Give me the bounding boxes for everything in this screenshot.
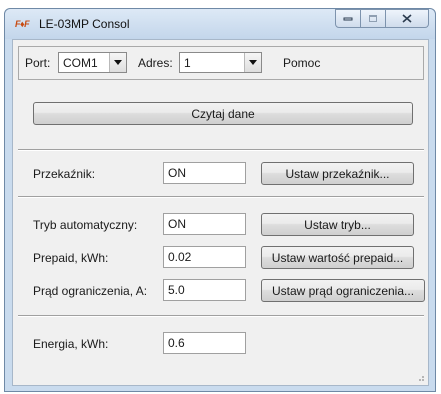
connection-toolbar: Port: COM1 Adres: 1 Pomoc: [18, 46, 424, 80]
client-area: Port: COM1 Adres: 1 Pomoc Czytaj dane Pr…: [12, 39, 429, 386]
energy-field[interactable]: 0.6: [163, 332, 246, 354]
port-label: Port:: [25, 56, 51, 70]
window-title: LE-03MP Consol: [39, 17, 130, 31]
prepaid-value: 0.02: [168, 250, 192, 264]
maximize-button[interactable]: [361, 9, 386, 28]
auto-mode-field[interactable]: ON: [163, 213, 246, 235]
energy-value: 0.6: [168, 336, 185, 350]
separator: [18, 315, 424, 317]
read-data-button[interactable]: Czytaj dane: [33, 102, 413, 125]
prepaid-field[interactable]: 0.02: [163, 246, 246, 268]
current-limit-value: 5.0: [168, 283, 185, 297]
window-controls: [335, 9, 429, 28]
set-relay-button[interactable]: Ustaw przekaźnik...: [261, 162, 414, 185]
close-icon: [402, 14, 412, 23]
close-button[interactable]: [386, 9, 429, 28]
minimize-icon: [343, 17, 353, 20]
resize-grip-icon[interactable]: [415, 372, 425, 382]
separator: [18, 149, 424, 151]
maximize-icon: [369, 15, 377, 22]
set-mode-button[interactable]: Ustaw tryb...: [261, 213, 414, 236]
relay-field[interactable]: ON: [163, 162, 246, 184]
port-select[interactable]: COM1: [58, 52, 127, 73]
relay-label: Przekaźnik:: [33, 167, 96, 181]
energy-label: Energia, kWh:: [33, 337, 109, 351]
port-value: COM1: [63, 56, 98, 70]
address-select[interactable]: 1: [179, 52, 262, 73]
app-window: F♦F LE-03MP Consol Port: COM1 Adres: 1 P…: [4, 8, 436, 392]
auto-mode-label: Tryb automatyczny:: [33, 218, 138, 232]
auto-mode-value: ON: [168, 217, 186, 231]
app-logo: F♦F: [15, 19, 30, 29]
address-label: Adres:: [138, 56, 173, 70]
address-value: 1: [184, 56, 191, 70]
set-prepaid-button[interactable]: Ustaw wartość prepaid...: [261, 246, 414, 269]
relay-value: ON: [168, 166, 186, 180]
chevron-down-icon[interactable]: [109, 53, 126, 72]
help-menu[interactable]: Pomoc: [283, 56, 320, 70]
chevron-down-icon[interactable]: [244, 53, 261, 72]
current-limit-field[interactable]: 5.0: [163, 279, 246, 301]
separator: [18, 196, 424, 198]
title-bar[interactable]: F♦F LE-03MP Consol: [5, 9, 435, 39]
current-limit-label: Prąd ograniczenia, A:: [33, 284, 148, 298]
prepaid-label: Prepaid, kWh:: [33, 251, 109, 265]
minimize-button[interactable]: [335, 9, 361, 28]
set-current-limit-button[interactable]: Ustaw prąd ograniczenia...: [261, 279, 425, 302]
